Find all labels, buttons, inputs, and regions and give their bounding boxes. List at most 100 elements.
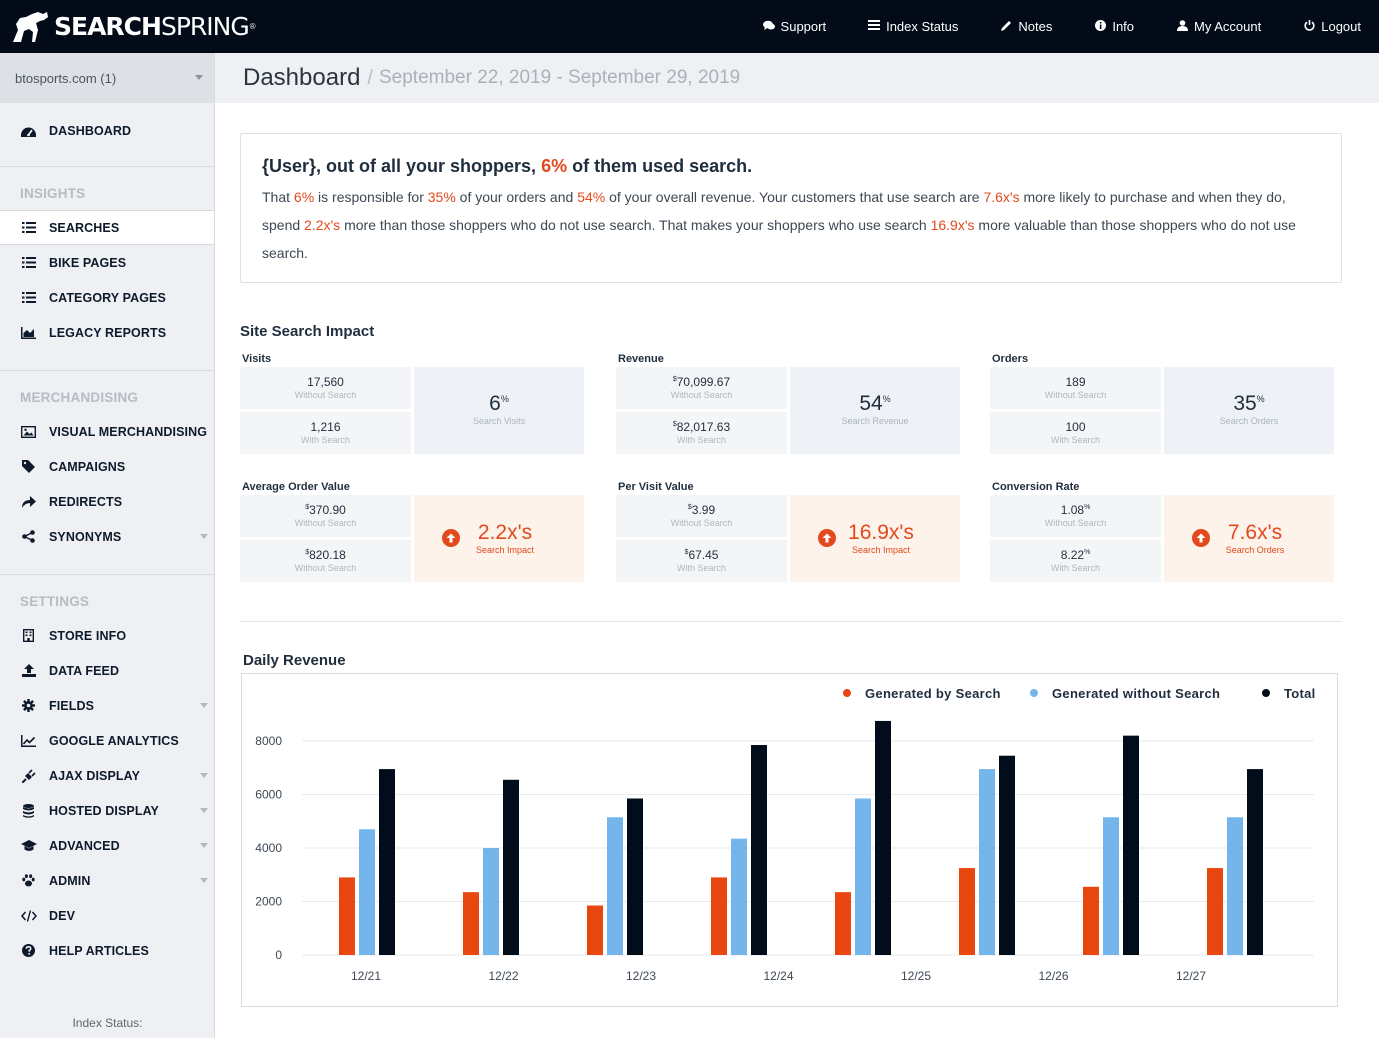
metric-big-suffix: %	[1256, 394, 1265, 404]
summary-text: That	[262, 189, 294, 205]
paw-icon	[20, 874, 37, 887]
sidebar-item-label: STORE INFO	[49, 628, 127, 643]
metric-value: $370.90	[240, 503, 411, 517]
my-account-link[interactable]: My Account	[1176, 19, 1261, 34]
metric-block: Per Visit Value $3.99 Without Search $67…	[616, 481, 961, 601]
headline-percent: 6%	[541, 156, 568, 176]
metric-value: 1,216	[240, 420, 411, 434]
support-link[interactable]: Support	[762, 19, 826, 34]
headline-text: {User}, out of all your shoppers,	[262, 156, 542, 176]
sidebar-item-google-analytics[interactable]: GOOGLE ANALYTICS	[0, 723, 214, 758]
site-selector[interactable]: btosports.com (1)	[0, 53, 214, 103]
search-summary-card: {User}, out of all your shoppers, 6% of …	[240, 133, 1342, 283]
sidebar-item-dashboard[interactable]: DASHBOARD	[0, 113, 214, 148]
metric-block: Orders 189 Without Search 100 With Searc…	[990, 353, 1335, 473]
metric-sublabel: With Search	[1050, 563, 1101, 573]
sidebar-item-label: CATEGORY PAGES	[49, 290, 166, 305]
chart-bar	[875, 720, 891, 955]
sidebar-item-advanced[interactable]: ADVANCED	[0, 828, 214, 863]
metric-with-cell: $820.18 Without Search	[240, 540, 411, 582]
metric-number: 67.45	[688, 548, 719, 562]
sidebar-item-hosted-display[interactable]: HOSTED DISPLAY	[0, 793, 214, 828]
sidebar-item-label: AJAX DISPLAY	[49, 768, 141, 783]
daily-revenue-chart: 0 2000 4000 6000 8000 12/21 12/22 12/23 12/24 12/…	[241, 673, 1338, 1007]
sidebar-item-category-pages[interactable]: CATEGORY PAGES	[0, 280, 214, 315]
metric-with-cell: 1,216 With Search	[240, 412, 411, 454]
chart-bar	[751, 745, 767, 955]
caret-down-icon	[195, 75, 203, 80]
metric-value: $82,017.63	[616, 420, 787, 434]
metric-with-cell: $82,017.63 With Search	[616, 412, 787, 454]
sidebar-item-label: HELP ARTICLES	[49, 943, 149, 958]
metric-number: 82,017.63	[676, 420, 731, 434]
daily-revenue-svg: 0 2000 4000 6000 8000 12/21 12/22 12/23 12/24 12/…	[255, 686, 1315, 983]
sidebar-item-admin[interactable]: ADMIN	[0, 863, 214, 898]
sidebar-item-synonyms[interactable]: SYNONYMS	[0, 519, 214, 554]
sidebar-item-redirects[interactable]: REDIRECTS	[0, 484, 214, 519]
metric-sublabel: With Search	[1050, 435, 1101, 445]
chart-bar	[731, 838, 747, 955]
metric-highlight-cell: 2.2x's Search Impact	[414, 495, 584, 582]
summary-highlight: 7.6x's	[983, 189, 1020, 205]
chart-bar	[587, 905, 603, 955]
sidebar-item-legacy-reports[interactable]: LEGACY REPORTS	[0, 315, 214, 350]
chart-bar	[503, 779, 519, 955]
metric-number: 17,560	[307, 375, 344, 389]
logout-link[interactable]: Logout	[1303, 19, 1361, 34]
metric-block: Revenue $70,099.67 Without Search $82,01…	[616, 353, 961, 473]
chart-bar	[1123, 735, 1139, 955]
metric-number: 70,099.67	[676, 375, 731, 389]
sidebar-item-label: FIELDS	[49, 698, 95, 713]
sidebar-item-label: DEV	[49, 908, 76, 923]
x-tick-label: 12/26	[1038, 969, 1068, 983]
notes-link[interactable]: Notes	[1000, 19, 1052, 34]
sidebar-item-campaigns[interactable]: CAMPAIGNS	[0, 449, 214, 484]
metric-value: 100	[990, 420, 1161, 434]
metric-label: Visits	[242, 353, 272, 365]
summary-highlight: 16.9x's	[930, 217, 975, 233]
chart-bar	[1227, 817, 1243, 955]
metric-value: 8.22%	[990, 548, 1161, 562]
info-link[interactable]: Info	[1094, 19, 1134, 34]
metric-with-cell: 8.22% With Search	[990, 540, 1161, 582]
metric-sublabel: Without Search	[1044, 390, 1107, 400]
sidebar-item-ajax-display[interactable]: AJAX DISPLAY	[0, 758, 214, 793]
info-icon	[1094, 19, 1106, 34]
y-tick-label: 0	[275, 948, 282, 962]
line-chart-icon	[20, 734, 37, 747]
sidebar-item-help-articles[interactable]: HELP ARTICLES	[0, 933, 214, 968]
code-icon	[20, 909, 37, 922]
database-icon	[20, 803, 37, 818]
metric-suffix: %	[1084, 549, 1091, 556]
date-range[interactable]: September 22, 2019 - September 29, 2019	[379, 67, 740, 89]
chart-bar	[855, 798, 871, 955]
sidebar-item-bike-pages[interactable]: BIKE PAGES	[0, 245, 214, 280]
sidebar-item-dev[interactable]: DEV	[0, 898, 214, 933]
sidebar-item-data-feed[interactable]: DATA FEED	[0, 653, 214, 688]
metric-sublabel: Without Search	[670, 390, 733, 400]
metric-with-cell: $67.45 With Search	[616, 540, 787, 582]
summary-highlight: 6%	[293, 189, 315, 205]
index-status-link[interactable]: Index Status	[868, 19, 958, 34]
metric-big-number: 6	[489, 392, 501, 415]
sidebar-item-fields[interactable]: FIELDS	[0, 688, 214, 723]
metric-highlight-cell: 6% Search Visits	[414, 367, 584, 454]
sidebar-item-searches[interactable]: SEARCHES	[0, 210, 214, 245]
metric-sublabel: With Search	[676, 435, 727, 445]
metric-big-value: 35%	[1164, 392, 1334, 416]
summary-body: That 6% is responsible for 35% of your o…	[262, 183, 1320, 267]
sidebar-item-visual-merchandising[interactable]: VISUAL MERCHANDISING	[0, 414, 214, 449]
building-icon	[20, 629, 37, 642]
graduation-cap-icon	[20, 839, 37, 852]
metric-big-value: 6%	[414, 392, 584, 416]
tachometer-icon	[20, 125, 37, 137]
notes-label: Notes	[1018, 19, 1053, 34]
metric-highlight-cell: 54% Search Revenue	[790, 367, 960, 454]
metric-suffix: %	[1084, 504, 1091, 511]
searchspring-logo[interactable]: SEARCHSPRING ®	[10, 6, 256, 46]
sidebar-item-store-info[interactable]: STORE INFO	[0, 618, 214, 653]
metric-number: 820.18	[309, 548, 346, 562]
metric-block: Visits 17,560 Without Search 1,216 With …	[240, 353, 585, 473]
chart-bar	[359, 829, 375, 955]
metric-with-cell: 100 With Search	[990, 412, 1161, 454]
